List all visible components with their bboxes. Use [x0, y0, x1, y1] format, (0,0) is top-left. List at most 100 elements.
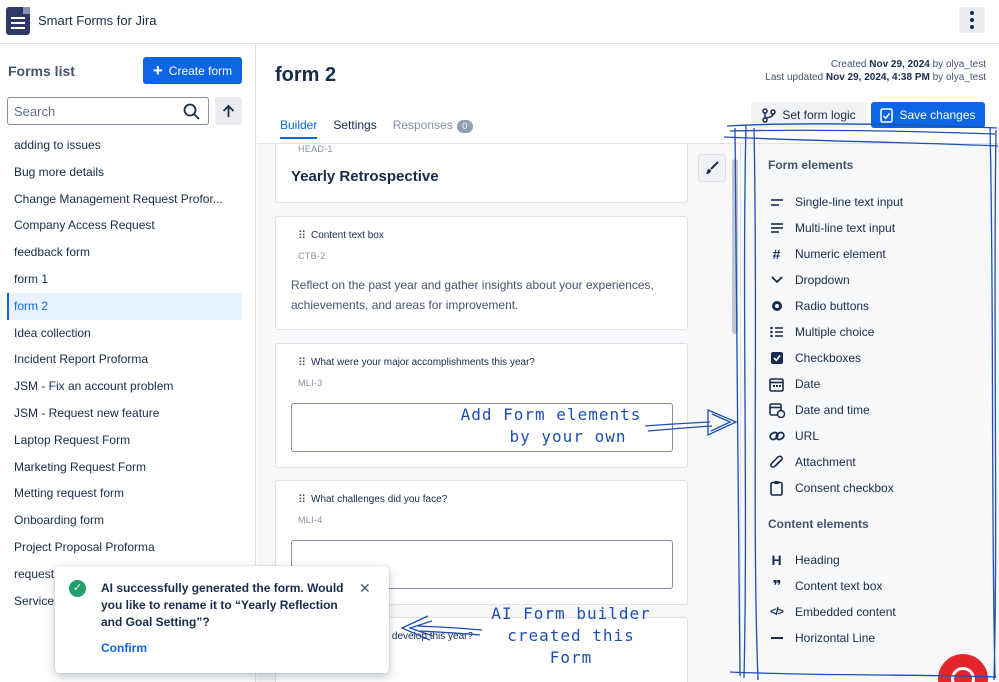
question-label: ou develop this year? — [378, 631, 473, 642]
palette-item[interactable]: Checkboxes — [768, 348, 861, 368]
confirm-link[interactable]: Confirm — [101, 641, 147, 655]
save-doc-icon — [880, 108, 893, 123]
style-button[interactable] — [698, 154, 726, 182]
form-meta: Created Nov 29, 2024 by olya_test Last u… — [765, 58, 986, 84]
palette-item-label: Single-line text input — [795, 195, 903, 209]
sidebar-form-item[interactable]: Company Access Request — [7, 212, 242, 239]
sidebar-form-item[interactable]: Incident Report Proforma — [7, 346, 242, 373]
long-text-icon — [768, 220, 785, 237]
create-form-label: Create form — [169, 64, 232, 78]
drag-handle-icon[interactable]: ⠿ — [298, 493, 305, 506]
page-title: form 2 — [275, 64, 336, 87]
short-text-icon — [768, 194, 785, 211]
palette-item[interactable]: # Numeric element — [768, 244, 886, 264]
palette-item[interactable]: Multiple choice — [768, 322, 874, 342]
save-changes-button[interactable]: Save changes — [871, 102, 985, 128]
palette-item[interactable]: Dropdown — [768, 270, 850, 290]
tab-builder[interactable]: Builder — [280, 118, 317, 139]
palette-item-label: Date — [795, 377, 820, 391]
annotation-add-elements: Add Form elements by your own — [458, 404, 644, 448]
responses-count-badge: 0 — [457, 120, 473, 133]
palette-item-label: Numeric element — [795, 247, 886, 261]
sidebar-form-item[interactable]: feedback form — [7, 239, 242, 266]
branch-icon — [762, 108, 776, 123]
content-elements-heading: Content elements — [768, 517, 869, 531]
paperclip-icon — [768, 454, 785, 471]
sidebar-form-item[interactable]: Marketing Request Form — [7, 454, 242, 481]
sidebar-form-item[interactable]: Project Proposal Proforma — [7, 534, 242, 561]
palette-item[interactable]: </>Embedded content — [768, 602, 896, 622]
tab-builder-label: Builder — [280, 118, 317, 132]
question-id: MLI-3 — [298, 378, 323, 388]
forms-list: adding to issuesBug more detailsChange M… — [7, 132, 242, 614]
sidebar-form-item[interactable]: Bug more details — [7, 159, 242, 186]
checkbox-icon — [768, 350, 785, 367]
palette-item-label: Dropdown — [795, 273, 850, 287]
content-text-box-card[interactable]: ⠿ Content text box CTB-2 Reflect on the … — [275, 216, 688, 330]
palette-item-label: Consent checkbox — [795, 481, 894, 495]
link-icon — [768, 428, 785, 445]
heading-text: Yearly Retrospective — [291, 168, 439, 185]
close-icon[interactable]: ✕ — [359, 580, 371, 597]
toast-message: AI successfully generated the form. Woul… — [101, 580, 353, 631]
sidebar-form-item[interactable]: JSM - Fix an account problem — [7, 373, 242, 400]
brush-icon — [705, 161, 719, 175]
hash-icon: # — [768, 246, 785, 263]
updated-prefix: Last updated — [765, 72, 826, 83]
search-icon[interactable] — [183, 103, 200, 120]
sidebar-form-item[interactable]: Idea collection — [7, 320, 242, 347]
check-circle-icon: ✓ — [69, 580, 86, 597]
tab-settings[interactable]: Settings — [333, 118, 376, 139]
sidebar-form-item[interactable]: Onboarding form — [7, 507, 242, 534]
palette-item[interactable]: HHeading — [768, 550, 840, 570]
drag-handle-icon[interactable]: ⠿ — [298, 356, 305, 369]
save-changes-label: Save changes — [899, 108, 975, 122]
palette-item[interactable]: URL — [768, 426, 819, 446]
radio-icon — [768, 298, 785, 315]
updated-by: by olya_test — [930, 72, 986, 83]
canvas-scrollbar[interactable] — [732, 159, 738, 334]
set-form-logic-button[interactable]: Set form logic — [751, 102, 867, 128]
palette-item-label: Horizontal Line — [795, 631, 875, 645]
sidebar-form-item[interactable]: form 2 — [7, 293, 242, 320]
more-options-button[interactable] — [959, 7, 985, 33]
ai-success-toast: ✓ AI successfully generated the form. Wo… — [55, 566, 389, 673]
search-input[interactable] — [14, 104, 174, 119]
palette-item[interactable]: Attachment — [768, 452, 856, 472]
set-form-logic-label: Set form logic — [782, 108, 855, 122]
palette-item[interactable]: Date — [768, 374, 820, 394]
clipboard-icon — [768, 480, 785, 497]
updated-date: Nov 29, 2024, 4:38 PM — [826, 72, 930, 83]
sidebar-form-item[interactable]: adding to issues — [7, 132, 242, 159]
palette-item-label: Multiple choice — [795, 325, 874, 339]
palette-item[interactable]: Date and time — [768, 400, 870, 420]
palette-item[interactable]: Single-line text input — [768, 192, 903, 212]
palette-item-label: Radio buttons — [795, 299, 869, 313]
drag-handle-icon[interactable]: ⠿ — [298, 229, 305, 242]
heading-card[interactable]: HEAD-1 Yearly Retrospective — [275, 143, 688, 203]
sidebar-form-item[interactable]: form 1 — [7, 266, 242, 293]
forms-list-title: Forms list — [8, 63, 75, 79]
tab-responses[interactable]: Responses0 — [393, 118, 473, 139]
palette-item[interactable]: ❞Content text box — [768, 576, 882, 596]
sidebar-form-item[interactable]: Metting request form — [7, 480, 242, 507]
calendar-clock-icon — [768, 402, 785, 419]
sort-button[interactable] — [215, 97, 242, 125]
palette-item[interactable]: Horizontal Line — [768, 628, 875, 648]
sidebar-form-item[interactable]: Laptop Request Form — [7, 427, 242, 454]
create-form-button[interactable]: + Create form — [143, 57, 242, 84]
quote-icon: ❞ — [768, 578, 785, 595]
elements-palette: Form elements Single-line text inputMult… — [740, 143, 999, 682]
heading-icon: H — [768, 552, 785, 569]
question-id: MLI-4 — [298, 515, 323, 525]
form-document-icon — [6, 7, 30, 35]
sidebar-form-item[interactable]: JSM - Request new feature — [7, 400, 242, 427]
palette-item[interactable]: Radio buttons — [768, 296, 869, 316]
calendar-icon — [768, 376, 785, 393]
content-box-text: Reflect on the past year and gather insi… — [291, 275, 661, 315]
annotation-ai-builder: AI Form builder created this Form — [486, 603, 656, 669]
palette-item[interactable]: Multi-line text input — [768, 218, 895, 238]
sidebar-form-item[interactable]: Change Management Request Profor... — [7, 186, 242, 213]
palette-item[interactable]: Consent checkbox — [768, 478, 894, 498]
search-field[interactable] — [7, 97, 209, 125]
